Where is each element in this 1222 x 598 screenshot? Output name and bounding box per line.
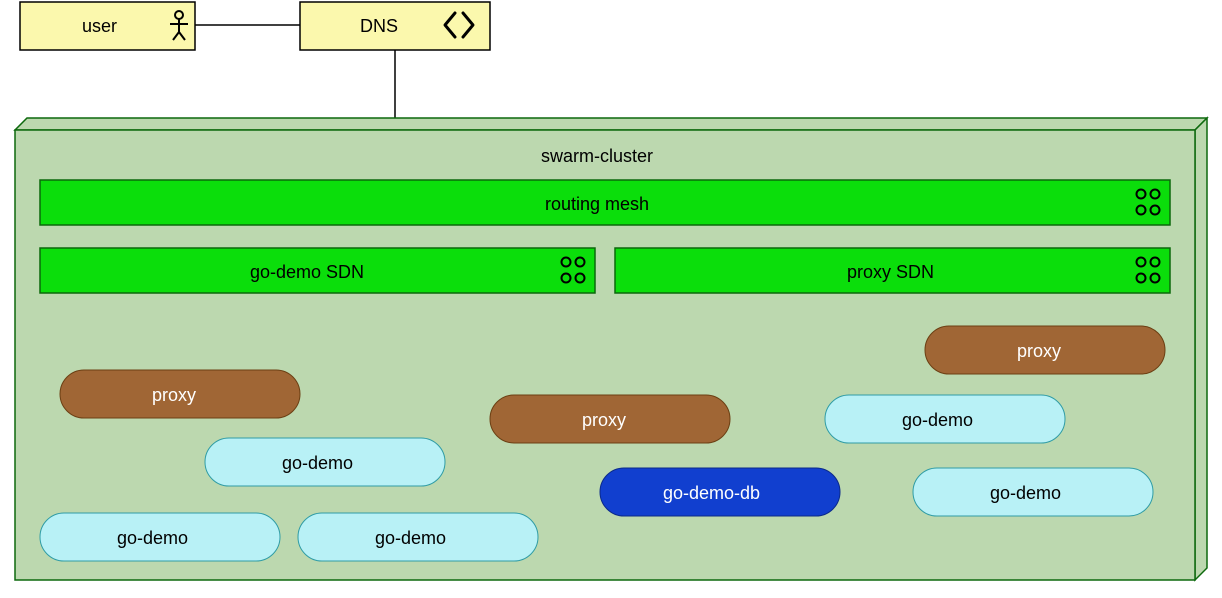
label-go-demo-5: go-demo <box>990 483 1061 503</box>
label-dns: DNS <box>360 16 398 36</box>
label-cluster: swarm-cluster <box>541 146 653 166</box>
node-dns: DNS <box>300 2 490 50</box>
node-go-demo-4: go-demo <box>825 395 1065 443</box>
node-user: user <box>20 2 195 50</box>
node-proxy-2: proxy <box>490 395 730 443</box>
label-go-demo-3: go-demo <box>375 528 446 548</box>
node-go-demo-2: go-demo <box>40 513 280 561</box>
label-routing-mesh: routing mesh <box>545 194 649 214</box>
node-go-demo-db: go-demo-db <box>600 468 840 516</box>
label-proxy-3: proxy <box>1017 341 1061 361</box>
label-proxy-1: proxy <box>152 385 196 405</box>
label-user: user <box>82 16 117 36</box>
node-go-demo-3: go-demo <box>298 513 538 561</box>
node-routing-mesh: routing mesh <box>40 180 1170 225</box>
label-go-demo-1: go-demo <box>282 453 353 473</box>
label-go-demo-2: go-demo <box>117 528 188 548</box>
label-proxy-sdn: proxy SDN <box>847 262 934 282</box>
label-go-demo-db: go-demo-db <box>663 483 760 503</box>
node-proxy-3: proxy <box>925 326 1165 374</box>
node-go-demo-5: go-demo <box>913 468 1153 516</box>
node-go-demo-1: go-demo <box>205 438 445 486</box>
label-go-demo-4: go-demo <box>902 410 973 430</box>
label-go-demo-sdn: go-demo SDN <box>250 262 364 282</box>
node-go-demo-sdn: go-demo SDN <box>40 248 595 293</box>
label-proxy-2: proxy <box>582 410 626 430</box>
node-proxy-sdn: proxy SDN <box>615 248 1170 293</box>
node-proxy-1: proxy <box>60 370 300 418</box>
